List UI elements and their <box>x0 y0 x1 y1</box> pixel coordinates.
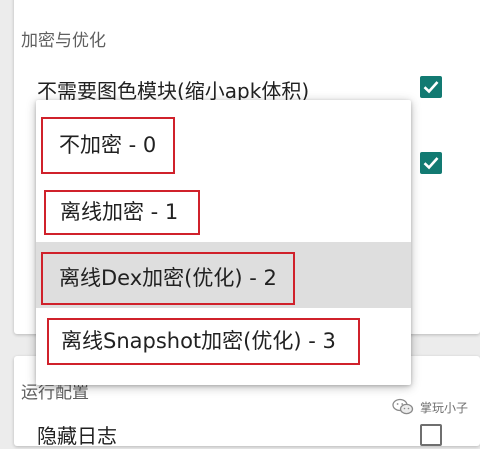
encryption-checkbox[interactable] <box>420 152 442 174</box>
no-color-module-checkbox[interactable] <box>420 76 442 98</box>
encryption-level-dropdown: 不加密 - 0 离线加密 - 1 离线Dex加密(优化) - 2 离线Snaps… <box>36 100 411 385</box>
wechat-icon <box>392 398 414 415</box>
dropdown-option-label: 不加密 - 0 <box>41 117 175 174</box>
check-icon <box>423 157 439 170</box>
dropdown-option-offline-snapshot-encryption[interactable]: 离线Snapshot加密(优化) - 3 <box>36 308 411 374</box>
hidden-checkbox[interactable] <box>420 424 442 446</box>
dropdown-option-offline-encryption[interactable]: 离线加密 - 1 <box>36 176 411 242</box>
dropdown-option-no-encryption[interactable]: 不加密 - 0 <box>36 110 411 176</box>
dropdown-option-label: 离线加密 - 1 <box>44 190 200 235</box>
watermark-text: 掌玩小子 <box>420 400 469 415</box>
pref-label-hidden[interactable]: 隐藏日志 <box>37 420 117 449</box>
watermark: 掌玩小子 <box>392 396 468 418</box>
dropdown-option-label: 离线Snapshot加密(优化) - 3 <box>47 318 360 365</box>
check-icon <box>423 81 439 94</box>
section-title-encryption: 加密与优化 <box>21 31 106 51</box>
dropdown-option-label: 离线Dex加密(优化) - 2 <box>41 252 295 305</box>
dropdown-option-offline-dex-encryption[interactable]: 离线Dex加密(优化) - 2 <box>36 242 411 308</box>
